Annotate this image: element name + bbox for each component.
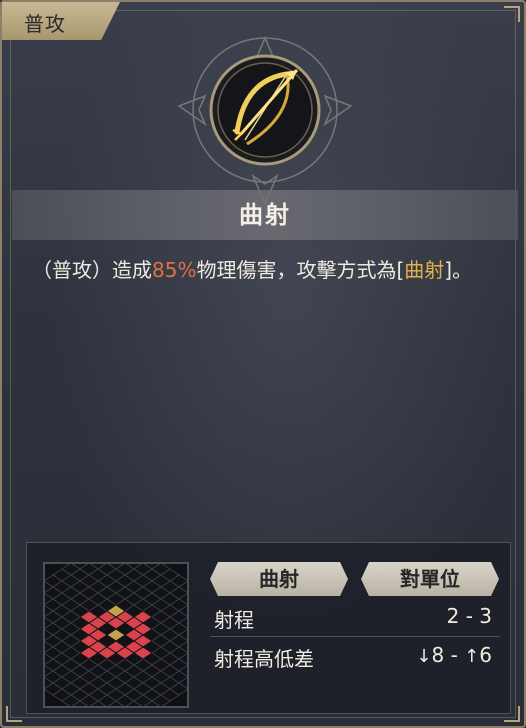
down-value: 8 <box>431 643 445 667</box>
range-row: 射程 2 - 3 <box>210 598 500 636</box>
down-arrow-icon: ↓ <box>416 646 432 667</box>
range-diamond-grid <box>0 532 270 728</box>
skill-type-tag: 普攻 <box>2 2 120 40</box>
range-value: 2 - 3 <box>446 604 492 628</box>
attack-type-highlight: 曲射 <box>404 258 445 282</box>
height-diff-row: 射程高低差 ↓8 - ↑6 <box>210 636 500 675</box>
damage-percent: 85% <box>152 258 197 282</box>
bow-arrow-icon <box>177 36 353 206</box>
skill-title-bar: 曲射 <box>12 190 518 240</box>
corner-ornament <box>504 6 520 22</box>
range-grid <box>0 532 270 728</box>
skill-description: （普攻）造成85%物理傷害，攻擊方式為[曲射]。 <box>32 254 502 287</box>
up-value: 6 <box>479 643 492 667</box>
skill-name: 曲射 <box>239 201 291 229</box>
up-arrow-icon: ↑ <box>464 646 480 667</box>
separator: - <box>450 643 458 667</box>
target-type-badge: 對單位 <box>361 562 499 596</box>
attack-type-badge-label: 曲射 <box>259 567 299 591</box>
range-label: 射程 <box>214 608 254 632</box>
attack-type-badge: 曲射 <box>210 562 348 596</box>
skill-type-label: 普攻 <box>24 12 66 36</box>
skill-card: 普攻 曲射 （普攻）造成85%物理傷害，攻擊方式為[曲射]。 曲射 對單位 射程… <box>0 0 526 728</box>
desc-text: （普攻）造成 <box>32 258 152 282</box>
corner-ornament <box>6 706 22 722</box>
height-diff-label: 射程高低差 <box>214 647 314 671</box>
target-type-badge-label: 對單位 <box>400 567 460 591</box>
desc-text: 物理傷害，攻擊方式為[ <box>196 258 405 282</box>
range-info-panel: 曲射 對單位 射程 2 - 3 射程高低差 ↓8 - ↑6 <box>0 532 511 728</box>
desc-text: ]。 <box>444 258 473 282</box>
skill-emblem <box>175 36 355 206</box>
height-diff-value: ↓8 - ↑6 <box>416 643 492 667</box>
